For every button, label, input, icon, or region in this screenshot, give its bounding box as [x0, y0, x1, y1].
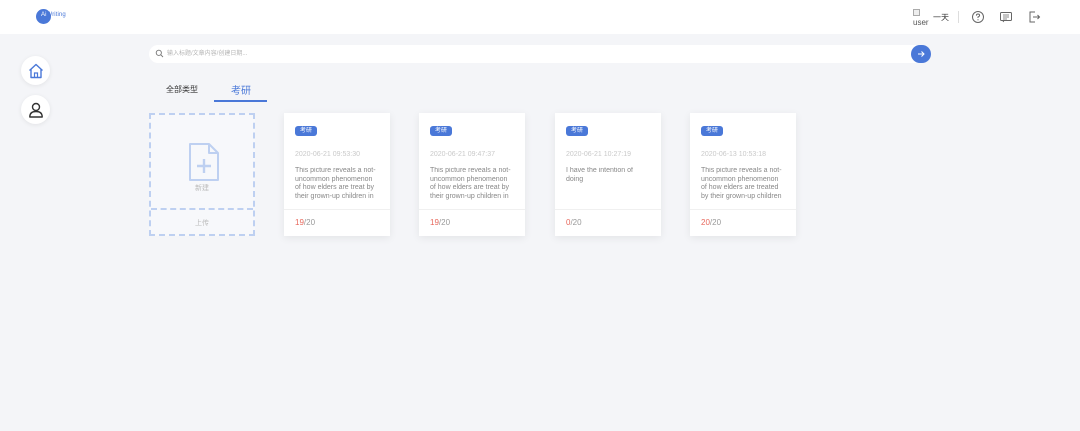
score-value: 19 [295, 218, 304, 227]
tab-kaoyan[interactable]: 考研 [231, 82, 251, 97]
score-total: /20 [303, 218, 316, 227]
category-tag: 考研 [430, 126, 453, 136]
score-value: 19 [430, 218, 439, 227]
essay-card[interactable]: 考研 2020-06-21 09:53:30 This picture reve… [284, 113, 390, 236]
card-divider [419, 209, 525, 210]
category-tag: 考研 [701, 126, 724, 136]
search-icon [155, 49, 164, 58]
essay-card[interactable]: 考研 2020-06-21 10:27:19 I have the intent… [555, 113, 661, 236]
card-date: 2020-06-21 09:53:30 [295, 151, 360, 158]
avatar-alt-text: user [913, 18, 929, 27]
search-bar [149, 45, 931, 63]
score-total: /20 [709, 218, 722, 227]
score-total: /20 [438, 218, 451, 227]
score-count: 19/20 [430, 218, 450, 227]
card-divider [284, 209, 390, 210]
score-value: 20 [701, 218, 710, 227]
logo-text: Writing [46, 12, 66, 18]
logout-icon[interactable] [1027, 10, 1041, 24]
arrow-right-icon [918, 51, 925, 57]
user-avatar[interactable]: user [913, 9, 929, 29]
category-tag: 考研 [295, 126, 318, 136]
card-excerpt: This picture reveals a not-uncommon phen… [295, 167, 376, 201]
essay-card[interactable]: 考研 2020-06-21 09:47:37 This picture reve… [419, 113, 525, 236]
profile-button[interactable] [21, 95, 50, 124]
search-submit-button[interactable] [911, 45, 931, 63]
card-excerpt: I have the intention of doing [566, 167, 633, 183]
card-divider [555, 209, 661, 210]
new-document-card[interactable]: 新建 上传 [149, 113, 255, 236]
score-total: /20 [570, 218, 582, 227]
top-bar: AiWriting user 一天 [0, 0, 1080, 34]
score-count: 0/20 [566, 218, 582, 227]
card-date: 2020-06-13 10:53:18 [701, 151, 766, 158]
app-logo[interactable]: AiWriting [36, 9, 66, 24]
message-icon[interactable] [999, 10, 1013, 24]
card-divider [690, 209, 796, 210]
essay-card[interactable]: 考研 2020-06-13 10:53:18 This picture reve… [690, 113, 796, 236]
help-icon[interactable] [971, 10, 985, 24]
search-input[interactable] [167, 46, 907, 62]
file-add-icon [189, 143, 219, 181]
card-excerpt: This picture reveals a not-uncommon phen… [701, 167, 782, 201]
divider [958, 11, 959, 23]
card-date: 2020-06-21 10:27:19 [566, 151, 631, 158]
new-label: 新建 [195, 185, 209, 192]
user-icon [28, 102, 43, 118]
active-tab-indicator [214, 100, 267, 102]
score-count: 20/20 [701, 218, 721, 227]
home-icon [28, 63, 43, 78]
tab-all-types[interactable]: 全部类型 [166, 84, 198, 95]
broken-image-icon [913, 9, 920, 16]
user-name[interactable]: 一天 [933, 12, 949, 23]
card-excerpt: This picture reveals a not-uncommon phen… [430, 167, 511, 201]
new-card-divider [151, 208, 253, 210]
category-tag: 考研 [566, 126, 589, 136]
score-count: 19/20 [295, 218, 315, 227]
home-button[interactable] [21, 56, 50, 85]
card-date: 2020-06-21 09:47:37 [430, 151, 495, 158]
upload-button[interactable]: 上传 [151, 218, 253, 228]
